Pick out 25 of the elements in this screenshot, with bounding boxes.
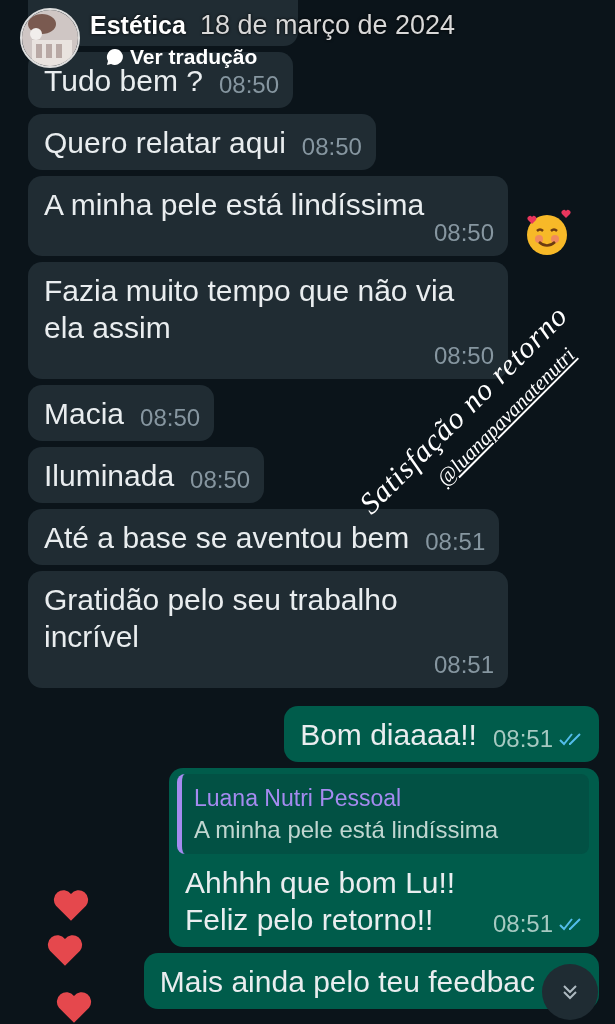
message-time: 08:50 [190, 468, 251, 492]
message-time: 08:51 [425, 530, 486, 554]
speech-bubble-icon [106, 48, 124, 66]
message-text: Bom diaaaa!! [300, 717, 477, 753]
message-text: Iluminada [44, 458, 175, 494]
quote-author: Luana Nutri Pessoal [194, 784, 403, 813]
date-text: 18 de março de 2024 [199, 10, 456, 41]
message-text: Macia [44, 396, 125, 432]
message-time: 08:50 [301, 135, 362, 159]
message-text: Fazia muito tempo que não via ela assim [44, 273, 456, 346]
message-time: 08:51 [492, 727, 553, 751]
message-text: A minha pele está lindíssima [44, 187, 425, 223]
message-text: Quero relatar aqui [44, 125, 286, 161]
message-time: 08:51 [433, 653, 494, 677]
message-text: Ahhhh que bom Lu!! Feliz pelo retorno!! [185, 865, 456, 938]
account-name: Estética [90, 11, 186, 40]
message-text: Mais ainda pelo teu feedbac [159, 964, 535, 1000]
message-time: 08:50 [140, 406, 201, 430]
message-time: 08:50 [219, 73, 280, 97]
message-text: Até a base se aventou bem [44, 520, 410, 556]
quote-text: A minha pele está lindíssima [194, 815, 500, 845]
message-time: 08:51 [492, 912, 553, 936]
message-time: 08:50 [433, 221, 494, 245]
quoted-message[interactable]: Luana Nutri Pessoal A minha pele está lindíssima [177, 774, 589, 854]
message-text: Gratidão pelo seu trabalho incrível [44, 582, 399, 655]
